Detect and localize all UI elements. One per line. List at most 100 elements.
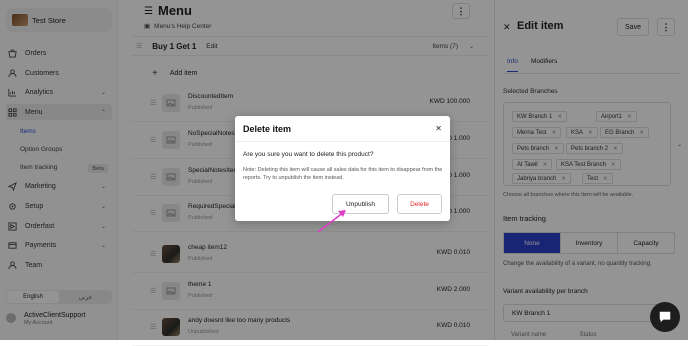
item-status: Published xyxy=(188,256,213,262)
beta-badge: Beta xyxy=(88,164,108,173)
close-icon[interactable]: ✕ xyxy=(503,22,511,33)
drag-handle-icon[interactable]: ☰ xyxy=(150,209,156,217)
account-name: ActiveClientSupport xyxy=(24,311,86,319)
item-price: KWD 2.000 xyxy=(436,286,470,293)
tab-info[interactable]: Info xyxy=(507,58,518,72)
table-row[interactable]: ☰ cheap item12 Published KWD 0.010 xyxy=(132,237,488,273)
sidebar-item-orderfast[interactable]: Orderfast ⌄ xyxy=(6,218,112,234)
avatar xyxy=(6,313,16,323)
branch-tag[interactable]: KW Branch 1 ✕ xyxy=(512,111,567,122)
delete-button[interactable]: Delete xyxy=(397,194,442,214)
branches-help-text: Choose all branches where this item will… xyxy=(503,192,634,198)
sidebar-subitem-item-tracking[interactable]: Item tracking xyxy=(20,164,57,171)
store-logo xyxy=(12,14,28,26)
sidebar-item-analytics[interactable]: Analytics ⌄ xyxy=(6,84,112,100)
remove-tag-icon[interactable]: ✕ xyxy=(552,130,557,136)
remove-tag-icon[interactable]: ✕ xyxy=(543,162,548,168)
chevron-down-icon[interactable]: ⌄ xyxy=(677,141,682,148)
item-price: KWD 0.010 xyxy=(436,249,470,256)
item-status: Published xyxy=(188,179,213,185)
branch-tag[interactable]: EG Branch ✕ xyxy=(600,127,649,138)
table-row[interactable]: ☰ andy doesnt like too many products Unp… xyxy=(132,310,488,346)
drag-handle-icon[interactable]: ☰ xyxy=(150,287,156,295)
tracking-option-inventory[interactable]: Inventory xyxy=(561,233,618,253)
help-center-label: Menu's Help Center xyxy=(154,22,212,30)
sidebar-item-label: Menu xyxy=(25,108,43,116)
lang-english-button[interactable]: English xyxy=(7,291,59,303)
sidebar-item-customers[interactable]: Customers xyxy=(6,65,112,81)
remove-tag-icon[interactable]: ✕ xyxy=(639,130,644,136)
drag-handle-icon[interactable]: ☰ xyxy=(150,99,156,107)
setup-icon xyxy=(8,202,17,211)
sidebar-item-menu[interactable]: Menu ⌃ xyxy=(6,104,112,120)
chevron-down-icon: ⌄ xyxy=(100,242,106,249)
chevron-up-icon: ⌃ xyxy=(100,109,106,116)
item-thumbnail-placeholder xyxy=(162,94,180,112)
lang-arabic-button[interactable]: عربي xyxy=(59,294,112,301)
remove-tag-icon[interactable]: ✕ xyxy=(613,146,618,152)
branch-tag[interactable]: Test ✕ xyxy=(582,173,613,184)
chat-widget-button[interactable] xyxy=(650,302,680,332)
category-edit-link[interactable]: Edit xyxy=(206,43,217,50)
remove-tag-icon[interactable]: ✕ xyxy=(561,176,566,182)
item-status: Published xyxy=(188,215,213,221)
branch-tag-label: At Tawil xyxy=(517,161,538,168)
table-row[interactable]: ☰ theme 1 Published KWD 2.000 xyxy=(132,274,488,310)
chevron-down-icon[interactable]: ⌄ xyxy=(469,43,474,50)
branch-tag[interactable]: Airport1 ✕ xyxy=(596,111,637,122)
more-options-button[interactable]: ⋮ xyxy=(452,3,470,19)
item-price: KWD 100.000 xyxy=(429,98,470,105)
drag-handle-icon[interactable]: ☰ xyxy=(136,42,142,50)
drag-handle-icon[interactable]: ☰ xyxy=(150,136,156,144)
sidebar-item-marketing[interactable]: Marketing ⌄ xyxy=(6,178,112,194)
branch-tag[interactable]: Merna Test ✕ xyxy=(512,127,562,138)
item-status: Published xyxy=(188,105,213,111)
sidebar-item-team[interactable]: Team xyxy=(6,257,112,273)
item-name: cheap item12 xyxy=(188,244,228,251)
item-thumbnail-placeholder xyxy=(162,282,180,300)
drag-handle-icon[interactable]: ☰ xyxy=(150,323,156,331)
sidebar-item-payments[interactable]: Payments ⌄ xyxy=(6,237,112,253)
help-center-link[interactable]: ▣ Menu's Help Center xyxy=(144,22,212,31)
dialog-question: Are you sure you want to delete this pro… xyxy=(243,151,374,158)
sidebar-subitem-items[interactable]: Items xyxy=(20,128,36,135)
branches-label: Selected Branches xyxy=(503,88,558,95)
panel-more-button[interactable]: ⋮ xyxy=(657,18,675,36)
sidebar-item-orders[interactable]: Orders xyxy=(6,45,112,61)
close-icon[interactable]: ✕ xyxy=(435,124,442,133)
branch-tag[interactable]: Pets branch ✕ xyxy=(512,143,564,154)
tab-modifiers[interactable]: Modifiers xyxy=(531,58,557,65)
tracking-option-none[interactable]: None xyxy=(504,233,561,253)
remove-tag-icon[interactable]: ✕ xyxy=(603,176,608,182)
branch-tag[interactable]: KSA Test Branch ✕ xyxy=(556,159,621,170)
dialog-divider xyxy=(235,141,450,142)
save-button[interactable]: Save xyxy=(617,18,649,36)
edit-item-panel: ✕ Edit item Save ⋮ Info Modifiers Select… xyxy=(494,0,688,340)
panel-title: Edit item xyxy=(517,20,564,32)
category-row[interactable]: ☰ Buy 1 Get 1 Edit Items (7) ⌄ xyxy=(132,36,488,56)
sidebar-subitem-option-groups[interactable]: Option Groups xyxy=(20,146,62,153)
branch-tag-label: EG Branch xyxy=(605,129,635,136)
sidebar-item-setup[interactable]: Setup ⌄ xyxy=(6,198,112,214)
drag-handle-icon[interactable]: ☰ xyxy=(150,250,156,258)
branch-tag[interactable]: Pets branch 2 ✕ xyxy=(566,143,623,154)
add-item-button[interactable]: + Add item xyxy=(152,68,197,79)
remove-tag-icon[interactable]: ✕ xyxy=(557,114,562,120)
store-switcher[interactable]: Test Store xyxy=(6,8,112,32)
remove-tag-icon[interactable]: ✕ xyxy=(554,146,559,152)
drag-handle-icon[interactable]: ☰ xyxy=(150,173,156,181)
branch-tag-label: Merna Test xyxy=(517,129,547,136)
branch-tag[interactable]: At Tawil ✕ xyxy=(512,159,553,170)
hamburger-icon[interactable]: ☰ xyxy=(144,6,153,17)
branches-multiselect[interactable]: KW Branch 1 ✕ Airport1 ✕ Merna Test ✕ KSA ✕ … xyxy=(503,102,682,186)
tracking-option-capacity[interactable]: Capacity xyxy=(618,233,674,253)
remove-tag-icon[interactable]: ✕ xyxy=(611,162,616,168)
branch-tag[interactable]: KSA ✕ xyxy=(566,127,598,138)
account-sub: My Account xyxy=(24,319,53,326)
remove-tag-icon[interactable]: ✕ xyxy=(627,114,632,120)
account-menu[interactable]: ActiveClientSupport My Account xyxy=(6,308,112,328)
add-item-label: Add item xyxy=(169,70,198,77)
branch-tag[interactable]: Jabriya branch ✕ xyxy=(512,173,571,184)
remove-tag-icon[interactable]: ✕ xyxy=(588,130,593,136)
sidebar-item-label: Orders xyxy=(25,49,47,57)
